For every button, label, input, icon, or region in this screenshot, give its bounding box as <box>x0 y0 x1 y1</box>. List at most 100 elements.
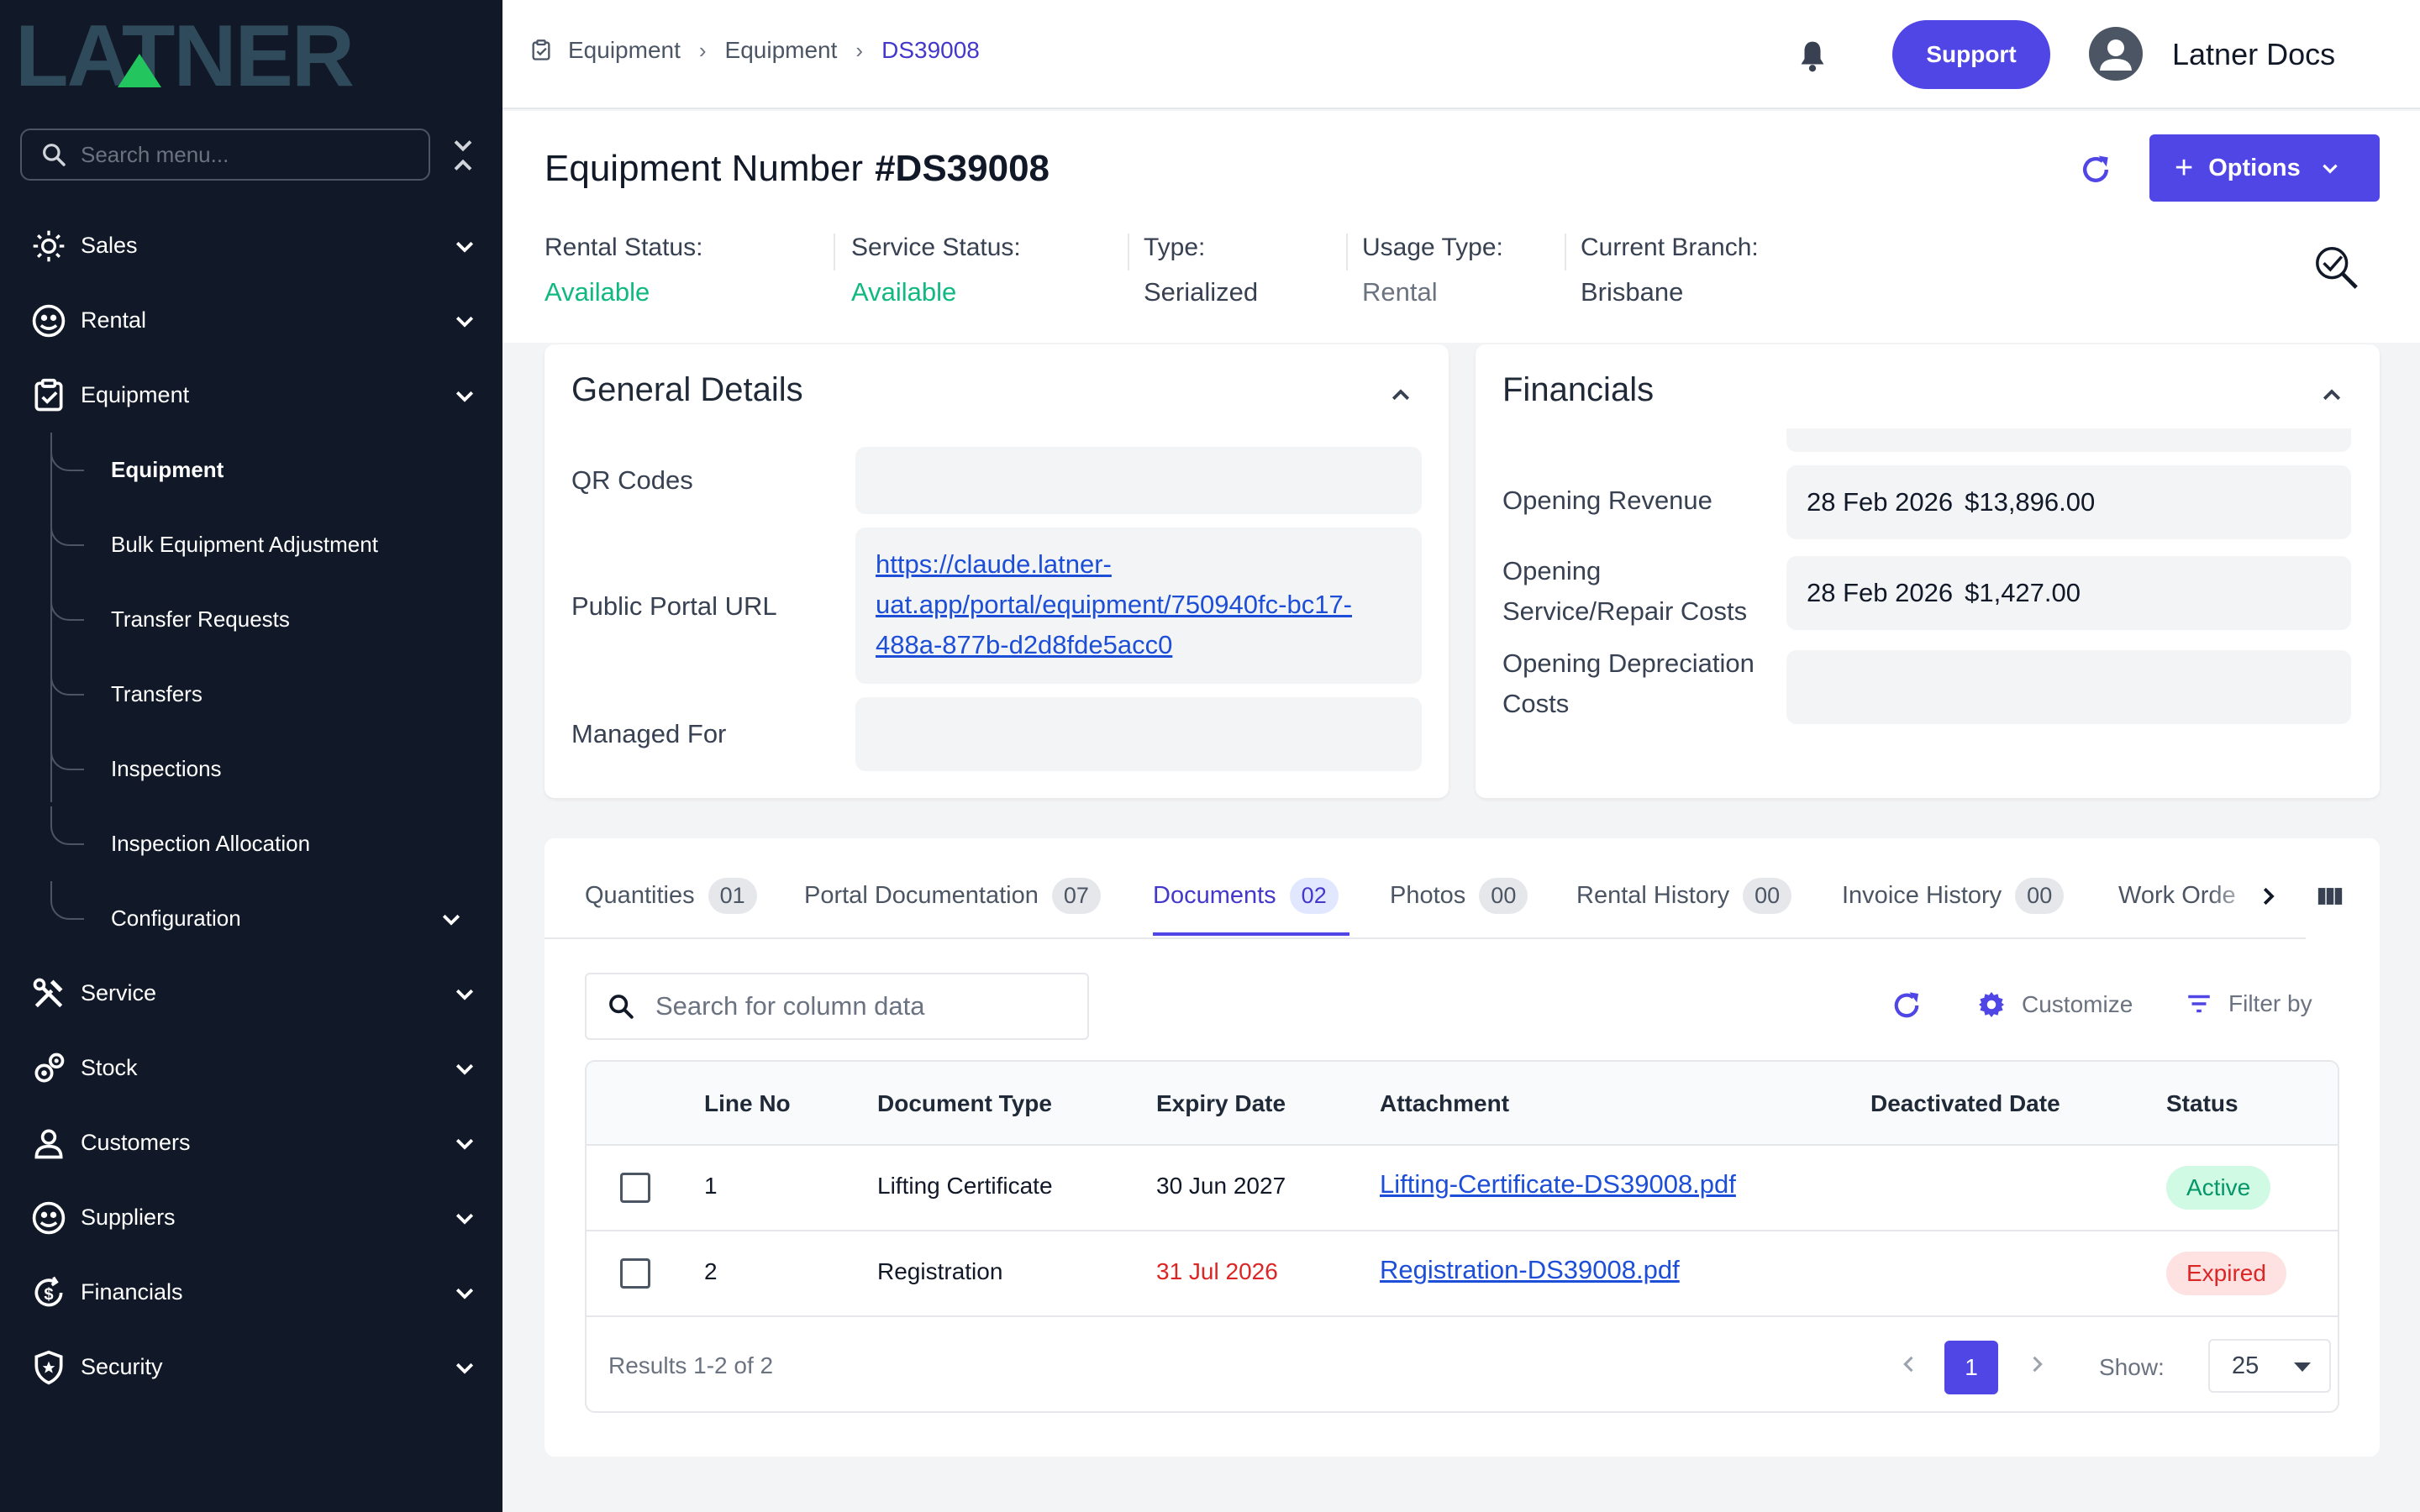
type-value: Serialized <box>1144 277 1259 307</box>
columns-icon[interactable] <box>2316 882 2344 911</box>
row-checkbox[interactable] <box>620 1173 650 1203</box>
equipment-number: #DS39008 <box>875 148 1050 189</box>
public-portal-url-field: https://claude.latner-uat.app/portal/equ… <box>855 528 1422 684</box>
sidebar-item-rental[interactable]: Rental <box>0 283 502 358</box>
submenu-item-transfer-requests[interactable]: Transfer Requests <box>0 582 502 657</box>
tree-connector <box>50 582 84 621</box>
column-header[interactable]: Line No <box>704 1090 791 1117</box>
tab-count: 01 <box>708 877 757 914</box>
refresh-icon[interactable] <box>1889 988 1924 1023</box>
documents-table: Line No Document Type Expiry Date Attach… <box>585 1060 2339 1413</box>
divider <box>1346 234 1348 270</box>
support-button[interactable]: Support <box>1892 20 2050 89</box>
tab-quantities[interactable]: Quantities 01 <box>585 870 757 921</box>
options-button[interactable]: + Options <box>2149 134 2380 202</box>
search-check-icon[interactable] <box>2312 244 2361 292</box>
sidebar-item-customers[interactable]: Customers <box>0 1105 502 1180</box>
submenu-item-equipment[interactable]: Equipment <box>0 433 502 507</box>
page-size-select[interactable]: 25 <box>2208 1339 2331 1393</box>
user-name[interactable]: Latner Docs <box>2172 37 2335 72</box>
portal-url-line: 488a-877b-d2d8fde5acc0 <box>876 630 1173 659</box>
submenu-item-configuration[interactable]: Configuration <box>0 881 502 956</box>
breadcrumb-item[interactable]: Equipment <box>568 37 681 64</box>
tab-count: 00 <box>1479 877 1528 914</box>
tab-count: 00 <box>2015 877 2065 914</box>
stock-icon <box>34 1053 65 1082</box>
sidebar-item-label: Sales <box>81 233 138 258</box>
table-header: Line No Document Type Expiry Date Attach… <box>587 1062 2338 1146</box>
sidebar-item-stock[interactable]: Stock <box>0 1031 502 1105</box>
opening-service-costs-label: Opening Service/Repair Costs <box>1502 551 1747 632</box>
tree-connector <box>50 881 84 920</box>
sidebar-item-security[interactable]: Security <box>0 1330 502 1404</box>
menu-search-box[interactable] <box>20 129 430 181</box>
tab-photos[interactable]: Photos 00 <box>1390 870 1528 921</box>
breadcrumb-item[interactable]: Equipment <box>725 37 838 64</box>
qr-codes-label: QR Codes <box>571 465 693 495</box>
attachment-link[interactable]: Lifting-Certificate-DS39008.pdf <box>1380 1169 1736 1199</box>
table-footer: Results 1-2 of 2 1 Show: 25 <box>587 1319 2338 1411</box>
tab-rental-history[interactable]: Rental History 00 <box>1576 870 1792 921</box>
opening-service-costs-date: 28 Feb 2026 <box>1807 578 1954 607</box>
tree-connector <box>50 507 84 546</box>
column-header[interactable]: Deactivated Date <box>1870 1090 2060 1117</box>
avatar[interactable] <box>2089 27 2143 81</box>
search-icon <box>609 995 634 1019</box>
column-header[interactable]: Attachment <box>1380 1090 1509 1117</box>
suppliers-icon <box>32 1201 66 1234</box>
general-details-card: General Details QR Codes Public Portal U… <box>544 344 1449 798</box>
divider <box>834 234 835 270</box>
chevron-right-icon[interactable] <box>2255 884 2281 909</box>
submenu-item-inspections[interactable]: Inspections <box>0 732 502 806</box>
card-title: General Details <box>571 371 803 408</box>
sidebar-item-suppliers[interactable]: Suppliers <box>0 1180 502 1255</box>
tab-portal-documentation[interactable]: Portal Documentation 07 <box>804 870 1101 921</box>
sidebar-item-sales[interactable]: Sales <box>0 208 502 283</box>
bell-icon[interactable] <box>1797 39 1828 74</box>
filter-label: Filter by <box>2228 990 2312 1016</box>
submenu-item-bulk-equipment-adjustment[interactable]: Bulk Equipment Adjustment <box>0 507 502 582</box>
tab-documents[interactable]: Documents 02 <box>1153 870 1339 921</box>
chevron-up-icon[interactable] <box>1388 383 1413 408</box>
submenu-item-transfers[interactable]: Transfers <box>0 657 502 732</box>
sidebar-item-label: Equipment <box>81 382 190 407</box>
sidebar-item-financials[interactable]: $ Financials <box>0 1255 502 1330</box>
opening-service-costs-amount: $1,427.00 <box>1965 578 2081 607</box>
rental-icon <box>32 304 66 337</box>
latner-logo[interactable]: LATNER <box>15 17 471 92</box>
attachment-link[interactable]: Registration-DS39008.pdf <box>1380 1255 1680 1284</box>
chevron-left-icon[interactable] <box>1897 1352 1921 1376</box>
tab-invoice-history[interactable]: Invoice History 00 <box>1842 870 2065 921</box>
chevron-right-icon: › <box>855 37 864 63</box>
sidebar-item-equipment[interactable]: Equipment <box>0 358 502 433</box>
table-search-input[interactable] <box>655 991 1076 1021</box>
public-portal-url-link[interactable]: https://claude.latner-uat.app/portal/equ… <box>876 549 1352 659</box>
search-icon <box>43 144 66 166</box>
collapse-sidebar-icon[interactable] <box>450 136 476 175</box>
table-row[interactable]: 1 Lifting Certificate 30 Jun 2027 Liftin… <box>587 1146 2338 1231</box>
page-button-current[interactable]: 1 <box>1944 1341 1998 1394</box>
filter-by-button[interactable]: Filter by <box>2185 990 2312 1018</box>
tab-label: Photos <box>1390 881 1466 909</box>
refresh-icon[interactable] <box>2077 151 2114 188</box>
chevron-up-icon[interactable] <box>2319 383 2344 408</box>
chevron-right-icon[interactable] <box>2025 1352 2049 1376</box>
chevron-down-icon <box>455 316 474 328</box>
submenu-item-inspection-allocation[interactable]: Inspection Allocation <box>0 806 502 881</box>
column-header[interactable]: Status <box>2166 1090 2238 1117</box>
portal-url-line: https://claude.latner- <box>876 549 1112 579</box>
customize-button[interactable]: Customize <box>1976 990 2133 1020</box>
column-header[interactable]: Document Type <box>877 1090 1052 1117</box>
menu-search-input[interactable] <box>81 141 400 168</box>
page-title: Equipment Number #DS39008 <box>544 148 1050 190</box>
table-search-box[interactable] <box>585 973 1089 1040</box>
rental-status: Rental Status: Available <box>544 234 702 307</box>
gear-icon <box>1979 992 2004 1017</box>
row-checkbox[interactable] <box>620 1258 650 1289</box>
financials-card: Financials Opening Revenue 28 Feb 2026 $1… <box>1476 344 2380 798</box>
sidebar-item-service[interactable]: Service <box>0 956 502 1031</box>
column-header[interactable]: Expiry Date <box>1156 1090 1286 1117</box>
document-type-cell: Lifting Certificate <box>877 1173 1053 1199</box>
table-row[interactable]: 2 Registration 31 Jul 2026 Registration-… <box>587 1231 2338 1317</box>
tree-connector <box>50 806 84 845</box>
